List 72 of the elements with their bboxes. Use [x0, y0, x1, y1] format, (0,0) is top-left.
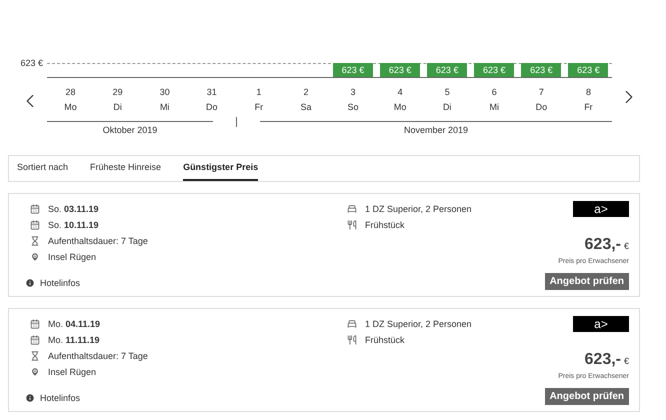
weekday: Mi — [490, 101, 500, 114]
day-number: 5 — [444, 86, 450, 99]
stay-duration: Aufenthaltsdauer: 7 Tage — [48, 234, 148, 248]
board-type: Frühstück — [365, 218, 405, 232]
map-pin-icon — [30, 366, 40, 376]
room-type: 1 DZ Superior, 2 Personen — [365, 202, 472, 216]
weekday: Di — [113, 101, 122, 114]
day-number: 6 — [492, 86, 497, 99]
check-offer-button[interactable]: Angebot prüfen — [544, 273, 629, 290]
calendar-icon — [30, 220, 40, 230]
weekday: Do — [206, 101, 218, 114]
location: Insel Rügen — [48, 366, 96, 379]
month-label: November 2019 — [404, 124, 468, 137]
currency: € — [624, 240, 629, 252]
currency: € — [624, 354, 629, 368]
price-tag[interactable]: 623 € — [568, 63, 608, 77]
weekday: So — [348, 101, 359, 114]
weekday: Mo — [394, 101, 406, 114]
return-date: Mo. 11.11.19 — [48, 334, 100, 346]
day-number: 29 — [112, 86, 123, 99]
stay-duration: Aufenthaltsdauer: 7 Tage — [48, 350, 148, 363]
price-tag[interactable]: 623 € — [380, 63, 420, 77]
room-type: 1 DZ Superior, 2 Personen — [365, 318, 472, 331]
calendar-icon — [30, 204, 40, 214]
provider-logo: a> — [573, 316, 629, 332]
price-tag[interactable]: 623 € — [333, 63, 374, 77]
day-number: 2 — [303, 86, 308, 99]
calendar-icon — [30, 318, 40, 328]
sort-tab[interactable]: Günstigster Preis — [183, 156, 258, 180]
info-icon — [25, 393, 35, 404]
month-label: Oktober 2019 — [102, 124, 158, 137]
weekday: Di — [442, 101, 452, 114]
weekday: Do — [536, 101, 548, 114]
hourglass-icon — [30, 236, 40, 246]
price-tag[interactable]: 623 € — [474, 63, 514, 77]
bed-icon — [347, 318, 357, 328]
check-offer-button[interactable]: Angebot prüfen — [544, 388, 629, 405]
day-number: 28 — [66, 86, 76, 99]
board-type: Frühstück — [365, 334, 405, 346]
day-number: 8 — [586, 86, 591, 99]
weekday: Mi — [160, 101, 170, 114]
cutlery-icon — [347, 220, 357, 230]
price-axis-label: 623 € — [20, 57, 43, 70]
departure-date: Mo. 04.11.19 — [48, 318, 100, 330]
hotel-info-link[interactable]: Hotelinfos — [40, 392, 80, 405]
weekday: Mo — [64, 101, 77, 114]
calendar-icon — [30, 334, 40, 344]
departure-date: So. 03.11.19 — [48, 202, 99, 216]
location: Insel Rügen — [48, 250, 96, 264]
cutlery-icon — [347, 334, 357, 344]
sort-tab[interactable]: Früheste Hinreise — [90, 156, 162, 180]
day-number: 4 — [398, 86, 403, 99]
sort-label: Sortiert nach — [17, 161, 68, 174]
price-tag[interactable]: 623 € — [427, 63, 468, 77]
return-date: So. 10.11.19 — [48, 218, 99, 232]
day-number: 3 — [350, 86, 356, 99]
map-pin-icon — [30, 252, 40, 262]
provider-logo: a> — [573, 200, 629, 216]
day-number: 30 — [160, 86, 170, 99]
info-icon — [25, 278, 35, 288]
bed-icon — [347, 204, 357, 214]
price: 623,- — [584, 350, 621, 370]
weekday: Sa — [300, 101, 312, 114]
day-number: 31 — [206, 86, 217, 99]
price-tag[interactable]: 623 € — [521, 63, 562, 77]
weekday: Fr — [584, 101, 593, 114]
day-number: 1 — [256, 86, 262, 99]
price: 623,- — [584, 234, 621, 254]
hourglass-icon — [30, 350, 40, 360]
day-number: 7 — [538, 86, 544, 99]
weekday: Fr — [254, 101, 264, 114]
hotel-info-link[interactable]: Hotelinfos — [40, 276, 80, 290]
